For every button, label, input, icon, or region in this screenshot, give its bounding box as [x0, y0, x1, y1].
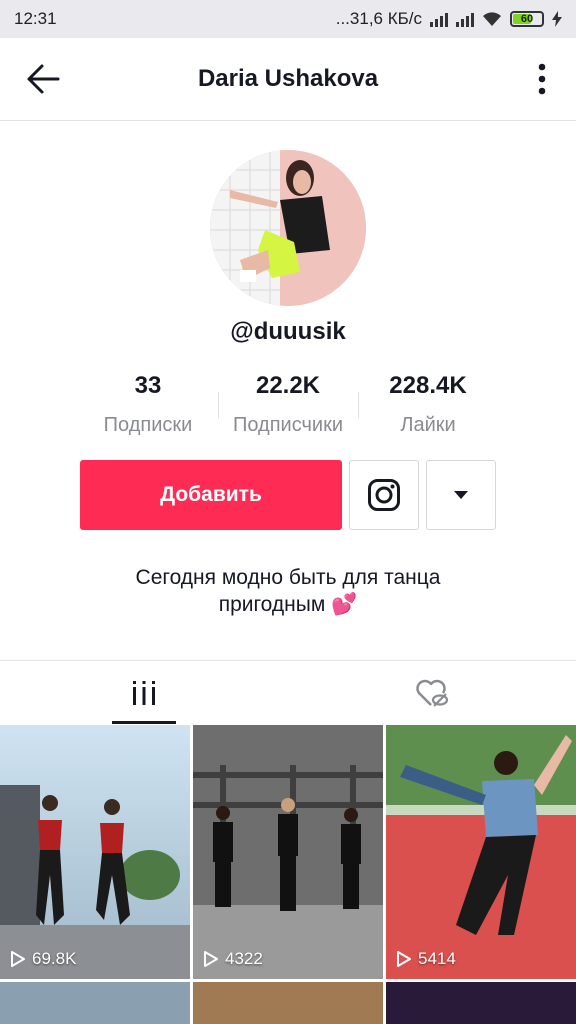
active-tab-indicator [112, 721, 176, 724]
page-title: Daria Ushakova [197, 65, 379, 92]
tab-videos[interactable] [112, 661, 176, 725]
video-thumbnail[interactable]: 5414 [386, 725, 576, 979]
stat-following[interactable]: 33 Подписки [73, 372, 223, 437]
view-count: 5414 [396, 949, 456, 969]
avatar-photo [210, 150, 366, 306]
view-count: 69.8K [10, 949, 76, 969]
play-icon [397, 951, 411, 967]
status-bar: 12:31 ...31,6 КБ/с 60 [0, 0, 576, 38]
bio-line-1: Сегодня модно быть для танца [135, 566, 441, 589]
profile-tabs [0, 660, 576, 725]
liked-hidden-icon [416, 679, 449, 707]
bio-line-2: пригодным [218, 593, 326, 616]
video-thumbnail[interactable]: 4322 [193, 725, 383, 979]
stat-likes[interactable]: 228.4K Лайки [353, 372, 503, 437]
hearts-emoji: 💕 [331, 593, 358, 616]
stat-followers[interactable]: 22.2K Подписчики [213, 372, 363, 437]
likes-label: Лайки [400, 414, 456, 436]
instagram-button[interactable] [349, 460, 419, 530]
battery-icon: 60 [510, 11, 544, 27]
signal-icon-2 [456, 11, 474, 27]
caret-down-icon [454, 491, 468, 499]
followers-count: 22.2K [255, 372, 321, 399]
video-thumbnail-image [0, 725, 190, 979]
suggestions-dropdown-button[interactable] [426, 460, 496, 530]
play-icon [204, 951, 218, 967]
play-icon [11, 951, 25, 967]
tab-liked[interactable] [400, 661, 464, 725]
status-icons: ...31,6 КБ/с 60 [336, 9, 562, 29]
video-thumbnail[interactable] [386, 982, 576, 1024]
grid-icon [133, 681, 155, 705]
network-speed: ...31,6 КБ/с [335, 9, 422, 28]
instagram-icon [368, 479, 400, 511]
avatar[interactable] [210, 150, 366, 306]
back-arrow-icon[interactable] [22, 62, 62, 96]
profile-bio: Сегодня модно быть для танца пригодным 💕 [0, 564, 576, 618]
username-handle: @duuusik [230, 318, 346, 345]
status-time: 12:31 [14, 9, 57, 28]
followers-label: Подписчики [232, 414, 344, 436]
view-count: 4322 [203, 949, 263, 969]
more-options-icon[interactable] [536, 62, 548, 96]
video-thumbnail[interactable] [0, 982, 190, 1024]
video-thumbnail[interactable]: 69.8K [0, 725, 190, 979]
follow-button[interactable]: Добавить [80, 460, 342, 530]
following-count: 33 [134, 372, 162, 399]
video-thumbnail-image [193, 725, 383, 979]
signal-icon [430, 11, 448, 27]
video-thumbnail-image [386, 725, 576, 979]
video-thumbnail[interactable] [193, 982, 383, 1024]
top-bar: Daria Ushakova [0, 38, 576, 121]
wifi-icon [483, 12, 501, 26]
following-label: Подписки [103, 414, 193, 436]
charging-icon [552, 11, 562, 27]
likes-count: 228.4K [389, 372, 467, 399]
